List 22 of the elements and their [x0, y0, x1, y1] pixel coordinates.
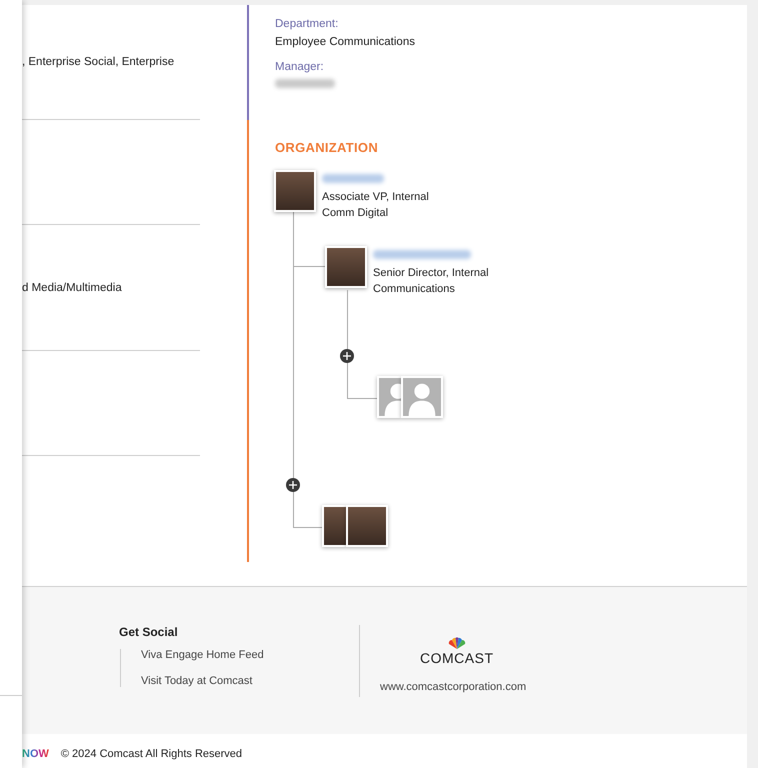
footer-link[interactable]: Visit Today at Comcast — [141, 675, 359, 687]
field-label: Department: — [275, 18, 340, 30]
photo-placeholder[interactable] — [322, 505, 346, 547]
expand-button[interactable] — [286, 478, 300, 492]
section-heading: ORGANIZATION — [275, 140, 380, 155]
field-value: , Enterprise Social, Enterprise — [22, 56, 174, 68]
job-title: Senior Director, Internal Communications — [373, 266, 489, 297]
website-link[interactable]: www.comcastcorporation.com — [380, 681, 526, 693]
footer-heading: Get Social — [119, 625, 179, 639]
photo-placeholder[interactable] — [274, 170, 316, 212]
now-logo: NOW — [22, 748, 49, 760]
peacock-logo-icon — [446, 637, 467, 649]
photo-placeholder[interactable] — [325, 246, 367, 288]
field-value: Employee Communications — [275, 36, 416, 48]
expand-button[interactable] — [340, 349, 354, 363]
copyright-text: © 2024 Comcast All Rights Reserved — [60, 748, 242, 760]
logo-text: COMCAST — [420, 650, 494, 666]
photo-placeholder[interactable] — [346, 505, 388, 547]
footer-link[interactable]: Viva Engage Home Feed — [141, 649, 359, 661]
job-title: Associate VP, Internal Comm Digital — [322, 190, 429, 221]
field-label: Manager: — [275, 61, 325, 73]
field-value: d Media/Multimedia — [22, 282, 122, 294]
